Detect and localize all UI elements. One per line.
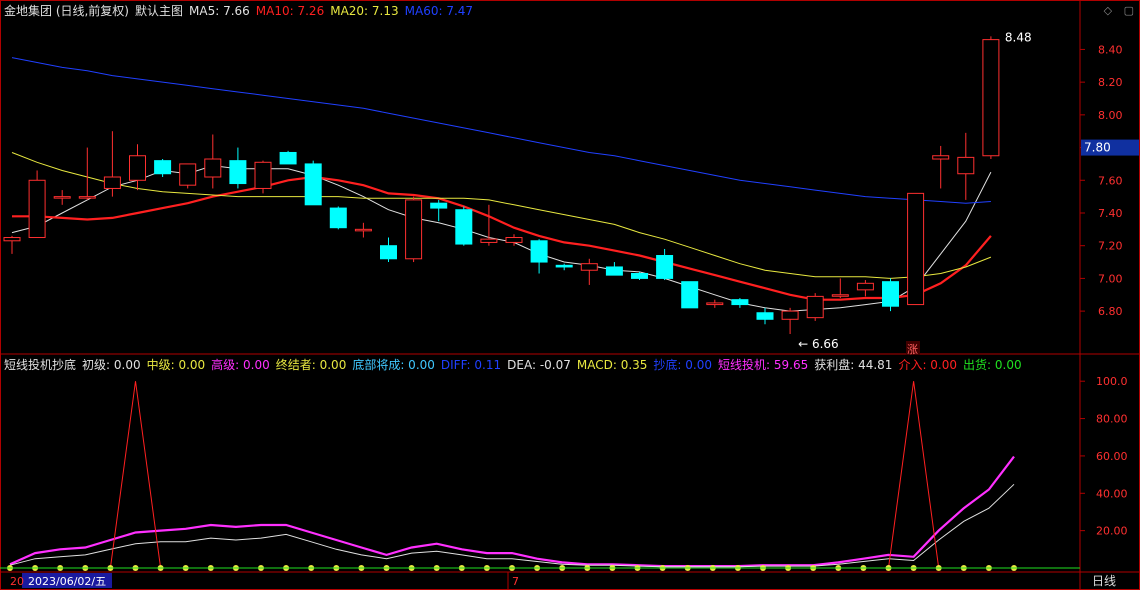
ma-line-ma10 [12,175,992,301]
x-axis-mid-label: 7 [512,575,519,588]
candle-body [856,282,874,291]
candle-body [405,199,423,260]
indicator-value: 抄底: 0.00 [653,358,712,372]
y-tick-label: 7.40 [1098,207,1123,220]
candle-body [380,245,397,260]
candle-body [505,237,523,243]
y-tick-label: 7.60 [1098,174,1123,187]
candle-body [329,207,347,229]
ind-line-获利盘 [9,483,1015,568]
max-price-label: 8.48 [1005,30,1032,44]
candle-body [681,281,699,309]
ind-y-tick-label: 80.00 [1096,413,1128,426]
candle-body [179,163,197,186]
y-tick-label: 7.20 [1098,240,1123,253]
indicator-value: DIFF: 0.11 [440,358,502,372]
candle-body [354,228,372,232]
candle-body [781,310,799,320]
ind-y-tick-label: 100.0 [1096,375,1128,388]
ind-y-tick-label: 20.00 [1096,525,1128,538]
candle-body [806,295,824,319]
y-tick-label: 8.20 [1098,76,1123,89]
candle-body [154,160,172,175]
main-template: 默认主图 [135,4,184,18]
candle-body [831,294,849,297]
ind-y-tick-label: 60.00 [1096,450,1128,463]
candle-body [982,39,1000,157]
candle-body [605,266,623,276]
candle-body [204,158,222,178]
candle-body [731,299,749,306]
indicator-header: 短线投机抄底 初级: 0.00 中级: 0.00 高级: 0.00 终结者: 0.00 底… [4,357,1028,373]
ma-value: MA60: 7.47 [404,4,474,18]
ind-line-介入 [10,381,1014,569]
indicator-value: 中级: 0.00 [146,358,206,372]
period-button[interactable]: 日线 [1092,574,1116,588]
indicator-value: 获利盘: 44.81 [814,358,893,372]
candle-body [555,264,573,268]
candle-body [756,312,774,320]
indicator-value: 高级: 0.00 [211,358,270,372]
candle-body [129,155,146,181]
candle-body [530,240,548,263]
min-price-label: ← 6.66 [798,337,839,351]
outer-frame [0,0,1140,590]
ma-value: MA5: 7.66 [189,4,250,18]
indicator-value: 短线投机: 59.65 [718,358,809,372]
indicator-name: 短线投机抄底 [4,358,77,372]
candle-body [580,263,598,271]
ma-value: MA20: 7.13 [330,4,399,18]
candle-body [78,196,96,199]
candle-body [631,272,648,279]
candle-body [3,237,21,242]
indicator-value: 介入: 0.00 [898,358,958,372]
window-icon[interactable]: ▢ [1124,4,1134,17]
y-tick-label: 8.00 [1098,109,1123,122]
indicator-value: 底部将成: 0.00 [352,358,435,372]
diamond-icon[interactable]: ◇ [1104,4,1112,17]
ind-line-短线投机 [9,455,1015,568]
y-tick-label: 8.40 [1098,43,1123,56]
x-axis-left-label: 20 [10,575,24,588]
candle-body [932,155,950,160]
candle-body [656,255,674,279]
candle-body [229,160,247,185]
candle-body [957,156,975,175]
indicator-value: MACD: 0.35 [576,358,648,372]
ind-y-tick-label: 40.00 [1096,487,1128,500]
candle-body [480,238,498,243]
date-label: 2023/06/02/五 [28,575,106,588]
indicator-value: 终结者: 0.00 [275,358,347,372]
stock-title: 金地集团 (日线,前复权) [4,4,129,18]
chart-canvas: 8.40 8.20 8.00 7.80 7.60 7.40 7.20 7.00 6.80 8.48… [0,0,1140,590]
candle-body [455,209,473,245]
candle-body [882,281,899,307]
zhang-mark: 涨 [907,343,918,356]
main-chart-header: 金地集团 (日线,前复权) 默认主图 MA5: 7.66 MA10: 7.26 MA20… [4,3,479,19]
indicator-value: 初级: 0.00 [82,358,141,372]
candle-body [53,196,71,199]
candle-body [279,151,297,165]
top-icons: ◇ ▢ [1096,4,1134,17]
ma-line-ma5 [11,165,992,312]
candle-body [254,161,272,189]
candle-body [907,192,925,306]
candle-body [304,163,322,206]
ma-value: MA10: 7.26 [255,4,325,18]
y-tick-label: 7.00 [1098,272,1123,285]
y-tick-label: 6.80 [1098,305,1123,318]
candle-body [430,202,448,209]
indicator-value: DEA: -0.07 [507,358,571,372]
candle-body [28,179,46,239]
candle-body [706,302,724,306]
candle-body [103,176,121,189]
ma-line-ma60 [11,57,991,204]
indicator-value: 出货: 0.00 [963,358,1022,372]
current-price-label: 7.80 [1084,141,1111,155]
